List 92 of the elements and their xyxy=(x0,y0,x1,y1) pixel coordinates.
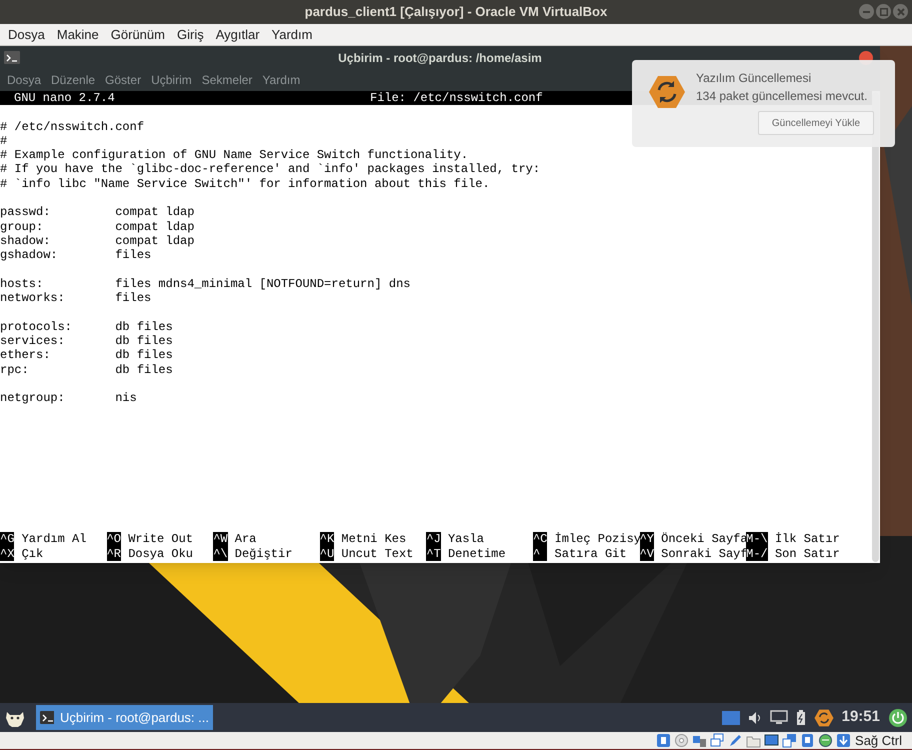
menu-item[interactable]: Makine xyxy=(50,24,105,44)
code-line: # `info libc "Name Service Switch"' for information about this file. xyxy=(0,176,490,192)
maximize-icon xyxy=(880,8,888,16)
notification-title: Yazılım Güncellemesi xyxy=(696,70,812,87)
battery-icon[interactable] xyxy=(796,710,806,725)
shortcut-key: M-\ xyxy=(746,532,768,547)
code-line: networks: files xyxy=(0,291,152,306)
shortcut-key: ^G xyxy=(0,532,14,547)
shortcut-label: Denetime xyxy=(448,546,506,561)
taskbar-task[interactable]: Uçbirim - root@pardus: ... xyxy=(36,705,213,730)
device-icon[interactable] xyxy=(764,733,780,748)
menu-item[interactable]: Dosya xyxy=(2,71,46,89)
shortcut-key: ^W xyxy=(213,532,228,547)
shortcut-key: ^\ xyxy=(213,546,228,561)
device-icon[interactable] xyxy=(782,733,798,748)
device-icon[interactable] xyxy=(656,733,672,748)
display-icon[interactable] xyxy=(722,710,740,724)
file-name: File: /etc/nsswitch.conf xyxy=(370,91,543,106)
menu-item[interactable]: Düzenle xyxy=(46,71,100,89)
menu-item[interactable]: Giriş xyxy=(170,24,210,44)
code-line: group: compat ldap xyxy=(0,220,194,234)
shortcut-key: ^R xyxy=(106,546,121,561)
code-line: # /etc/nsswitch.conf xyxy=(0,120,144,134)
shortcut-label: Ara xyxy=(234,532,256,547)
shortcut-key: ^C xyxy=(532,532,548,547)
clock[interactable]: 19:51 xyxy=(842,706,880,729)
shortcut-label: Sonraki Sayf xyxy=(661,546,748,561)
speaker-icon[interactable] xyxy=(748,710,762,724)
shortcut-label: Yasla xyxy=(448,532,484,547)
shortcut-key: ^ xyxy=(532,546,548,561)
device-icon[interactable] xyxy=(836,733,852,748)
shortcut-label: Son Satır xyxy=(774,546,840,561)
menu-item[interactable]: Görünüm xyxy=(104,24,171,44)
close-icon xyxy=(896,8,904,16)
code-line: gshadow: files xyxy=(0,248,152,263)
device-icon[interactable] xyxy=(800,733,816,748)
shortcut-label: Dosya Oku xyxy=(128,546,193,561)
terminal-icon xyxy=(40,711,54,724)
code-line: netgroup: nis xyxy=(0,391,137,406)
power-icon[interactable] xyxy=(888,708,908,728)
menu-item[interactable]: Göster xyxy=(100,71,146,89)
code-line: # xyxy=(0,134,8,148)
menu-item[interactable]: Uçbirim xyxy=(146,71,197,89)
code-line: ethers: db files xyxy=(0,348,173,363)
shortcut-label: Uncut Text xyxy=(341,546,414,561)
host-key-label: Sağ Ctrl xyxy=(855,732,902,750)
editor-version: GNU nano 2.7.4 xyxy=(13,91,116,106)
window-title: pardus_client1 [Çalışıyor] - Oracle VM VirtualBox xyxy=(304,3,608,22)
monitor-icon[interactable] xyxy=(770,710,788,725)
menu-item[interactable]: Aygıtlar xyxy=(210,24,266,44)
shortcut-label: İmleç Pozisy xyxy=(554,532,641,547)
shortcut-label: Önceki Sayfa xyxy=(661,532,748,547)
code-line: hosts: files mdns4_minimal [NOTFOUND=return] dns xyxy=(0,276,410,292)
install-button[interactable]: Güncellemeyi Yükle xyxy=(758,111,874,135)
maximize-button[interactable] xyxy=(876,4,891,19)
menu-item[interactable]: Yardım xyxy=(266,24,318,44)
shortcut-label: Yardım Al xyxy=(22,532,86,547)
shortcut-label: Çık xyxy=(22,546,44,561)
shortcut-label: Değiştir xyxy=(234,546,292,561)
terminal-icon xyxy=(4,51,20,64)
shortcut-label: Metni Kes xyxy=(341,532,406,547)
code-line: protocols: db files xyxy=(0,320,173,334)
device-icon[interactable] xyxy=(692,733,708,748)
shortcut-key: ^K xyxy=(320,532,334,547)
device-icon[interactable] xyxy=(710,733,726,748)
shortcut-key: ^O xyxy=(106,532,121,547)
code-line: shadow: compat ldap xyxy=(0,234,194,248)
code-line: # Example configuration of GNU Name Service Switch functionality. xyxy=(0,148,468,162)
code-line: rpc: db files xyxy=(0,362,173,377)
minimize-button[interactable] xyxy=(859,4,874,19)
shortcut-key: ^T xyxy=(426,546,441,561)
sync-icon xyxy=(648,73,686,111)
shortcut-label: Write Out xyxy=(128,532,193,547)
shortcut-label: Satıra Git xyxy=(554,546,627,561)
shortcut-key: M-/ xyxy=(746,546,768,561)
menu-item[interactable]: Yardım xyxy=(257,71,306,89)
device-icon[interactable] xyxy=(818,733,834,748)
notification-message: 134 paket güncellemesi mevcut. xyxy=(696,88,868,105)
shortcut-key: ^V xyxy=(640,546,654,561)
shortcut-key: ^U xyxy=(320,546,334,561)
code-line: passwd: compat ldap xyxy=(0,205,194,220)
code-line: services: db files xyxy=(0,334,173,348)
code-line: # If you have the `glibc-doc-reference' and `info' packages installed, try: xyxy=(0,162,540,177)
minimize-icon xyxy=(863,10,870,12)
sync-icon[interactable] xyxy=(814,708,834,728)
menu-item[interactable]: Dosya xyxy=(2,24,51,44)
shortcut-key: ^J xyxy=(426,532,441,547)
menu-item[interactable]: Sekmeler xyxy=(196,71,258,89)
shortcut-key: ^Y xyxy=(640,532,654,547)
terminal-title: Uçbirim - root@pardus: /home/asim xyxy=(338,50,542,66)
shortcut-label: İlk Satır xyxy=(774,532,840,547)
shortcut-key: ^X xyxy=(0,546,14,561)
